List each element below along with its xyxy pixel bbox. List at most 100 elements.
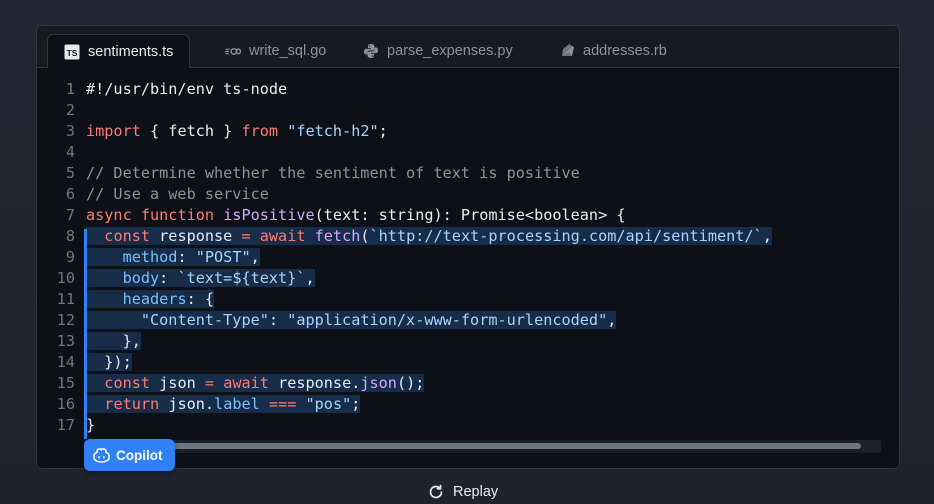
- code-text: const response = await fetch(`http://tex…: [86, 226, 772, 247]
- code-token: headers: [122, 290, 187, 308]
- code-token: json.: [159, 395, 215, 413]
- code-token: json: [150, 374, 205, 392]
- code-token: =: [241, 227, 251, 245]
- code-token: }: [86, 416, 96, 434]
- code-text: async function isPositive(text: string):…: [86, 205, 626, 226]
- code-line[interactable]: 11 headers: {: [37, 289, 899, 310]
- line-number: 1: [65, 80, 75, 98]
- code-text: // Use a web service: [86, 184, 269, 205]
- line-number: 15: [56, 374, 75, 392]
- suggested-code: },: [86, 332, 141, 350]
- scrollbar-thumb[interactable]: [143, 443, 861, 449]
- code-token: "pos": [305, 395, 352, 413]
- code-token: function: [140, 206, 215, 224]
- code-text: body: `text=${text}`,: [86, 268, 315, 289]
- code-line[interactable]: 15 const json = await response.json();: [37, 373, 899, 394]
- code-text: }: [86, 415, 95, 436]
- code-line[interactable]: 14 });: [37, 352, 899, 373]
- python-icon: [363, 43, 379, 59]
- code-token: const: [104, 374, 151, 392]
- code-token: `text=${text}`: [177, 269, 306, 287]
- code-token: body: [122, 269, 160, 287]
- code-token: ,: [762, 227, 772, 245]
- code-line[interactable]: 17}: [37, 415, 899, 436]
- code-token: const: [104, 227, 151, 245]
- code-text: return json.label === "pos";: [86, 394, 361, 415]
- tab-write-sql-go[interactable]: write_sql.go: [209, 34, 342, 67]
- code-token: (: [360, 227, 370, 245]
- code-token: #!/usr/bin/env ts-node: [86, 80, 288, 98]
- code-text: headers: {: [86, 289, 215, 310]
- code-line[interactable]: 10 body: `text=${text}`,: [37, 268, 899, 289]
- copilot-badge: Copilot: [84, 439, 175, 471]
- code-token: response: [150, 227, 242, 245]
- code-text: },: [86, 331, 141, 352]
- code-line[interactable]: 7 async function isPositive(text: string)…: [37, 205, 899, 226]
- code-token: "Content-Type": [140, 311, 269, 329]
- code-text: });: [86, 352, 132, 373]
- code-line[interactable]: 4: [37, 142, 899, 163]
- code-text: #!/usr/bin/env ts-node: [86, 79, 287, 100]
- code-token: fetch: [314, 227, 361, 245]
- suggested-code: });: [86, 353, 132, 371]
- code-token: =: [204, 374, 215, 392]
- code-line[interactable]: 8 const response = await fetch(`http://t…: [37, 226, 899, 247]
- line-number: 12: [56, 311, 75, 329]
- code-token: ,: [250, 248, 260, 266]
- code-token: },: [86, 332, 141, 350]
- code-text: import { fetch } from "fetch-h2";: [86, 121, 388, 142]
- line-number: 11: [56, 290, 75, 308]
- copilot-label: Copilot: [116, 447, 163, 463]
- line-number: 17: [56, 416, 75, 434]
- code-line[interactable]: 12 "Content-Type": "application/x-www-fo…: [37, 310, 899, 331]
- code-area[interactable]: 1 #!/usr/bin/env ts-node 2 3 import { fetch …: [37, 79, 899, 436]
- code-line[interactable]: 9 method: "POST",: [37, 247, 899, 268]
- copilot-icon: [93, 447, 110, 463]
- line-number: 5: [65, 164, 75, 182]
- tab-parse-expenses-py[interactable]: parse_expenses.py: [347, 34, 529, 67]
- line-number: 6: [65, 185, 75, 203]
- code-token: ,: [607, 311, 617, 329]
- line-number: 14: [56, 353, 75, 371]
- horizontal-scrollbar[interactable]: [87, 440, 881, 453]
- line-number: 2: [65, 101, 75, 119]
- code-line[interactable]: 5 // Determine whether the sentiment of t…: [37, 163, 899, 184]
- tab-addresses-rb[interactable]: addresses.rb: [543, 34, 683, 67]
- code-token: await: [259, 227, 306, 245]
- code-token: ,: [305, 269, 315, 287]
- code-token: json: [360, 374, 397, 392]
- code-text: method: "POST",: [86, 247, 260, 268]
- tab-label: addresses.rb: [583, 42, 667, 59]
- code-text: const json = await response.json();: [86, 373, 425, 394]
- stage: TS sentiments.ts write_sql.go parse_expe…: [0, 0, 934, 504]
- suggested-code: return json.label === "pos";: [86, 395, 361, 413]
- line-number: 9: [65, 248, 75, 266]
- code-token: from: [241, 122, 279, 140]
- code-token: isPositive: [223, 206, 315, 224]
- tab-sentiments-ts[interactable]: TS sentiments.ts: [47, 34, 191, 68]
- code-token: await: [223, 374, 269, 392]
- replay-button[interactable]: Replay: [428, 481, 498, 503]
- code-line[interactable]: 2: [37, 100, 899, 121]
- code-token: ;: [378, 122, 388, 140]
- code-line[interactable]: 1 #!/usr/bin/env ts-node: [37, 79, 899, 100]
- code-token: :: [268, 311, 288, 329]
- code-token: ===: [268, 395, 297, 413]
- code-token: : {: [186, 290, 215, 308]
- code-line[interactable]: 16 return json.label === "pos";: [37, 394, 899, 415]
- code-token: :: [159, 269, 178, 287]
- tab-bar: TS sentiments.ts write_sql.go parse_expe…: [37, 26, 899, 68]
- code-line[interactable]: 3 import { fetch } from "fetch-h2";: [37, 121, 899, 142]
- suggested-code: "Content-Type": "application/x-www-form-…: [86, 311, 617, 329]
- code-line[interactable]: 6 // Use a web service: [37, 184, 899, 205]
- line-number: 16: [56, 395, 75, 413]
- code-line[interactable]: 13 },: [37, 331, 899, 352]
